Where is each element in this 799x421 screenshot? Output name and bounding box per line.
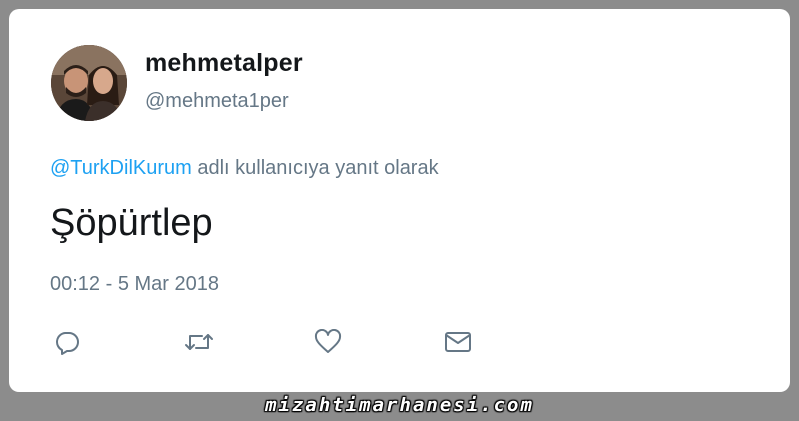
user-handle[interactable]: @mehmeta1per xyxy=(145,90,289,113)
reply-context: @TurkDilKurum adlı kullanıcıya yanıt ola… xyxy=(50,157,439,180)
direct-message-button[interactable] xyxy=(443,327,473,357)
reply-mention-link[interactable]: @TurkDilKurum xyxy=(50,157,192,179)
tweet-timestamp[interactable]: 00:12 - 5 Mar 2018 xyxy=(50,273,219,296)
heart-icon xyxy=(314,329,342,353)
tweet-actions xyxy=(9,327,790,357)
envelope-icon xyxy=(445,332,471,352)
retweet-icon xyxy=(185,334,213,350)
tweet-text: Şöpürtlep xyxy=(50,202,213,244)
reply-context-label: adlı kullanıcıya yanıt olarak xyxy=(191,157,439,179)
watermark: mizahtimarhanesi.com xyxy=(265,394,534,416)
tweet-card: mehmetalper @mehmeta1per @TurkDilKurum a… xyxy=(9,9,790,392)
profile-avatar[interactable] xyxy=(51,45,127,121)
retweet-button[interactable] xyxy=(184,327,214,357)
display-name[interactable]: mehmetalper xyxy=(145,49,303,78)
reply-icon xyxy=(56,332,79,355)
like-button[interactable] xyxy=(313,327,343,357)
reply-button[interactable] xyxy=(52,327,82,357)
